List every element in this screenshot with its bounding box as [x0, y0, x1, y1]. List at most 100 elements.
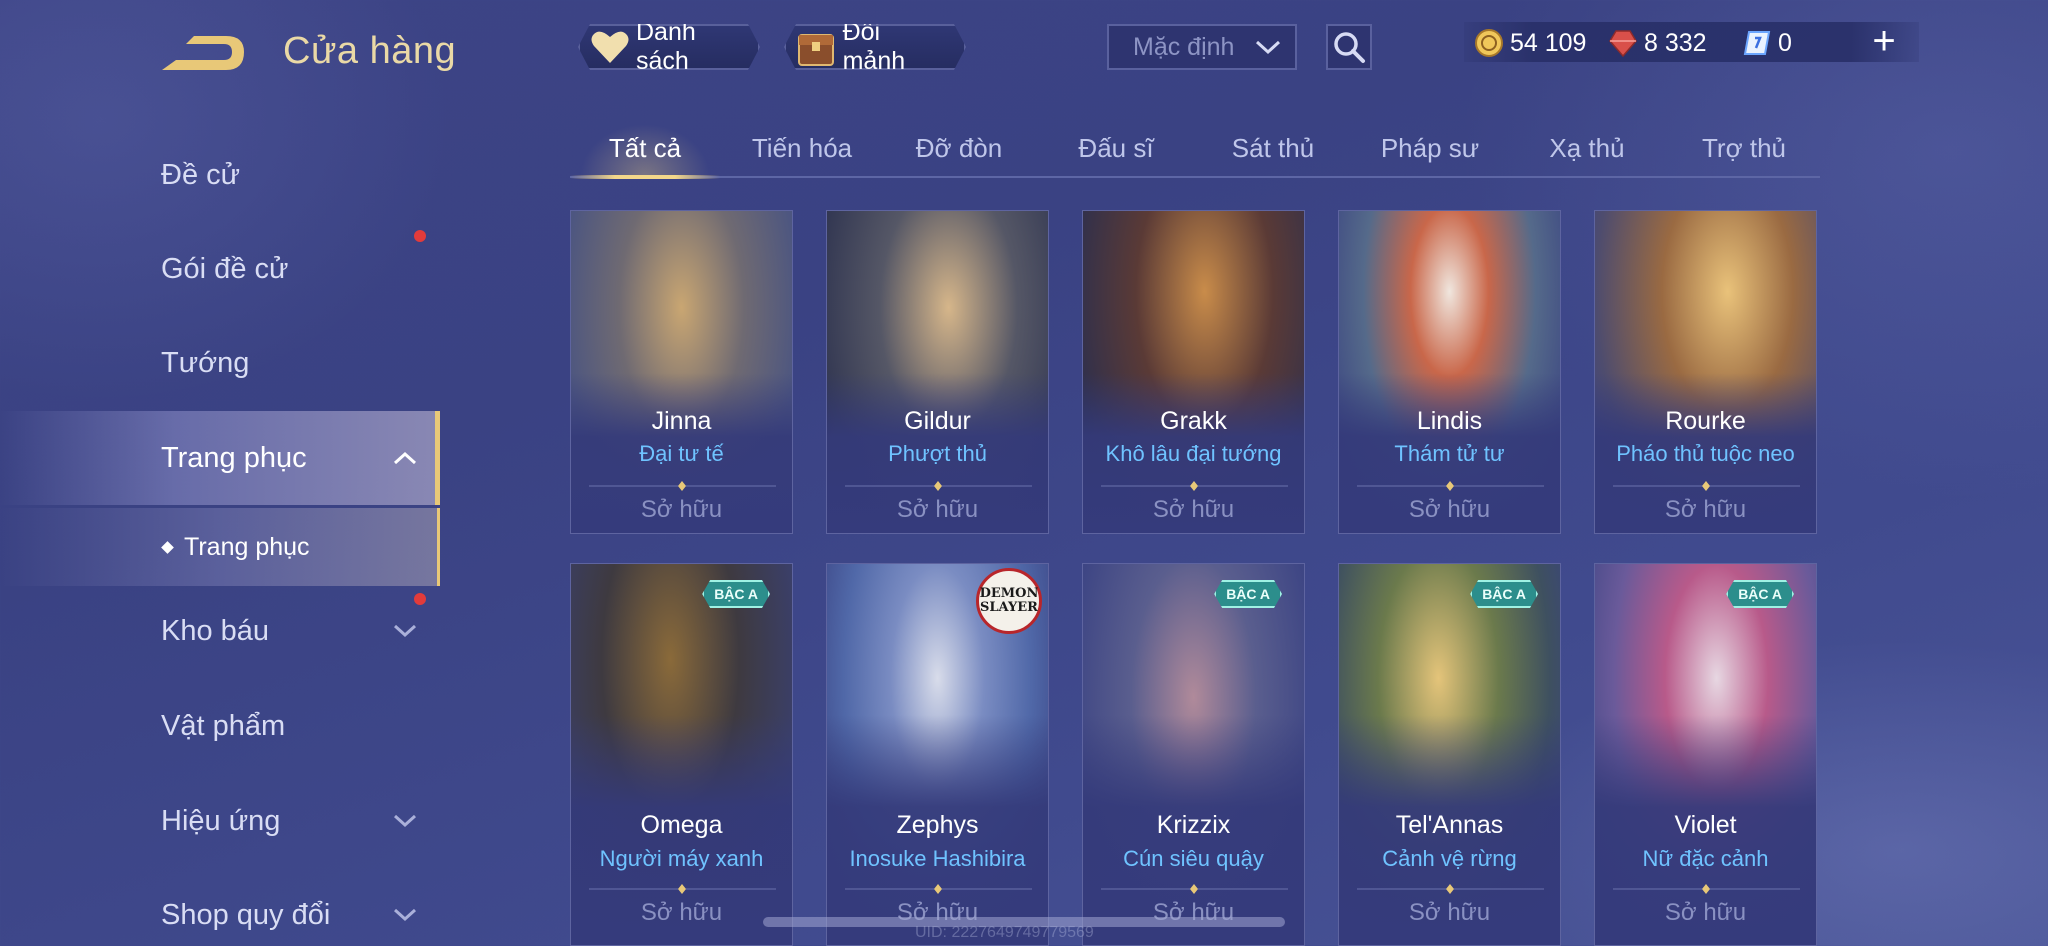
chevron-up-icon — [393, 451, 417, 465]
tier-badge: BẬC A — [1726, 580, 1794, 608]
sidebar-item-heroes[interactable]: Tướng — [0, 318, 440, 408]
ruby-gem-icon — [1608, 28, 1638, 58]
owned-status: Sở hữu — [1408, 496, 1491, 523]
tab-marksman[interactable]: Xạ thủ — [1512, 124, 1662, 176]
sidebar-item-treasure[interactable]: Kho báu — [0, 586, 440, 676]
tab-label: Xạ thủ — [1549, 133, 1625, 163]
voucher-amount: 0 — [1778, 28, 1792, 57]
skin-name: Nữ đặc cảnh — [1642, 846, 1769, 871]
skin-name: Cảnh vệ rừng — [1382, 846, 1517, 871]
sidebar-item-recommended-packs[interactable]: Gói đề cử — [0, 224, 440, 314]
tier-badge: BẬC A — [1470, 580, 1538, 608]
tab-evolution[interactable]: Tiến hóa — [727, 124, 877, 176]
hero-name: Krizzix — [1156, 811, 1231, 839]
hero-name: Violet — [1674, 811, 1737, 839]
owned-status: Sở hữu — [640, 496, 723, 523]
skin-card[interactable]: BẬC A Krizzix Cún siêu quậy Sở hữu — [1082, 563, 1305, 946]
card-divider — [845, 884, 1032, 894]
back-button[interactable] — [158, 30, 248, 76]
sidebar-item-items[interactable]: Vật phẩm — [0, 681, 440, 771]
skin-name: Pháo thủ tuộc neo — [1616, 441, 1795, 466]
tab-label: Đấu sĩ — [1078, 133, 1154, 163]
skin-card[interactable]: Grakk Khô lâu đại tướng Sở hữu — [1082, 210, 1305, 534]
hero-name: Rourke — [1665, 407, 1746, 435]
gold-balance: 54 109 — [1474, 28, 1586, 58]
shards-exchange-button[interactable]: Đổi mảnh — [784, 24, 966, 70]
skin-card[interactable]: BẬC A Tel'Annas Cảnh vệ rừng Sở hữu — [1338, 563, 1561, 946]
sidebar-item-effects[interactable]: Hiệu ứng — [0, 776, 440, 866]
sidebar-subitem-skins[interactable]: Trang phục — [0, 508, 440, 586]
chevron-down-icon — [393, 814, 417, 828]
skin-name: Đại tư tế — [639, 441, 724, 466]
card-divider — [589, 481, 776, 491]
hero-name: Gildur — [904, 407, 971, 435]
demon-slayer-logo: DEMON SLAYER — [976, 568, 1042, 634]
notification-dot — [414, 593, 426, 605]
add-currency-button[interactable]: + — [1864, 19, 1904, 63]
skin-name: Cún siêu quậy — [1123, 846, 1264, 871]
skin-card[interactable]: Jinna Đại tư tế Sở hữu — [570, 210, 793, 534]
search-button[interactable] — [1326, 24, 1372, 70]
tier-badge: BẬC A — [1214, 580, 1282, 608]
category-tabs: Tất cả Tiến hóa Đỡ đòn Đấu sĩ Sát thủ Ph… — [570, 124, 1820, 179]
hero-name: Lindis — [1416, 407, 1483, 435]
owned-status: Sở hữu — [1152, 496, 1235, 523]
skin-name: Inosuke Hashibira — [849, 846, 1026, 871]
hero-name: Omega — [640, 811, 723, 839]
list-button[interactable]: Danh sách — [578, 24, 760, 70]
treasure-chest-icon — [796, 27, 837, 67]
tab-label: Tất cả — [608, 133, 682, 163]
gold-amount: 54 109 — [1510, 28, 1587, 57]
sidebar-item-recommended[interactable]: Đề cử — [0, 130, 440, 220]
back-arrow-icon — [162, 36, 244, 70]
tab-label: Trợ thủ — [1702, 133, 1786, 163]
card-divider — [845, 481, 1032, 491]
tab-mage[interactable]: Pháp sư — [1355, 124, 1505, 176]
search-icon — [1334, 32, 1365, 63]
ruby-amount: 8 332 — [1644, 28, 1707, 57]
card-divider — [589, 884, 776, 894]
skin-card[interactable]: Gildur Phượt thủ Sở hữu — [826, 210, 1049, 534]
sidebar-item-exchange-shop[interactable]: Shop quy đổi — [0, 870, 440, 946]
gold-coin-icon — [1474, 28, 1504, 58]
tab-tank[interactable]: Đỡ đòn — [884, 124, 1034, 176]
owned-status: Sở hữu — [1664, 899, 1747, 926]
sidebar-item-skins[interactable]: Trang phục — [0, 411, 440, 505]
sidebar-subitem-label: Trang phục — [184, 532, 310, 561]
tab-label: Đỡ đòn — [915, 133, 1003, 163]
sort-selected-value: Mặc định — [1133, 32, 1235, 61]
owned-status: Sở hữu — [640, 899, 723, 926]
sidebar-item-label: Kho báu — [161, 614, 270, 647]
shards-button-label: Đổi mảnh — [842, 18, 906, 75]
plus-icon: + — [1872, 19, 1896, 63]
tab-label: Pháp sư — [1380, 133, 1480, 163]
skin-card[interactable]: DEMON SLAYER Zephys Inosuke Hashibira Sở… — [826, 563, 1049, 946]
tab-assassin[interactable]: Sát thủ — [1198, 124, 1348, 176]
skin-card[interactable]: Rourke Pháo thủ tuộc neo Sở hữu — [1594, 210, 1817, 534]
tab-warrior[interactable]: Đấu sĩ — [1041, 124, 1191, 176]
list-button-label: Danh sách — [636, 18, 696, 75]
tab-all[interactable]: Tất cả — [570, 124, 720, 179]
tier-badge: BẬC A — [702, 580, 770, 608]
card-divider — [1613, 481, 1800, 491]
chevron-down-icon — [1255, 40, 1281, 55]
sidebar: Đề cử Gói đề cử Tướng Trang phục Trang p… — [0, 130, 440, 946]
tab-label: Sát thủ — [1231, 133, 1315, 163]
sidebar-item-label: Đề cử — [161, 158, 241, 191]
notification-dot — [414, 230, 426, 242]
skin-card[interactable]: BẬC A Violet Nữ đặc cảnh Sở hữu — [1594, 563, 1817, 946]
tab-support[interactable]: Trợ thủ — [1669, 124, 1819, 176]
page-title: Cửa hàng — [283, 30, 457, 72]
sidebar-item-label: Tướng — [161, 346, 250, 379]
sort-dropdown[interactable]: Mặc định — [1107, 24, 1297, 70]
card-divider — [1101, 884, 1288, 894]
voucher-icon — [1742, 28, 1772, 58]
card-divider — [1613, 884, 1800, 894]
heart-icon — [590, 27, 630, 67]
skin-card[interactable]: BẬC A Omega Người máy xanh Sở hữu — [570, 563, 793, 946]
voucher-balance: 0 — [1742, 28, 1792, 58]
skin-name: Thám tử tư — [1394, 441, 1505, 466]
horizontal-scrollbar[interactable] — [763, 917, 1285, 927]
skin-card[interactable]: Lindis Thám tử tư Sở hữu — [1338, 210, 1561, 534]
currency-bar: 54 109 8 332 0 + — [1464, 19, 1919, 63]
